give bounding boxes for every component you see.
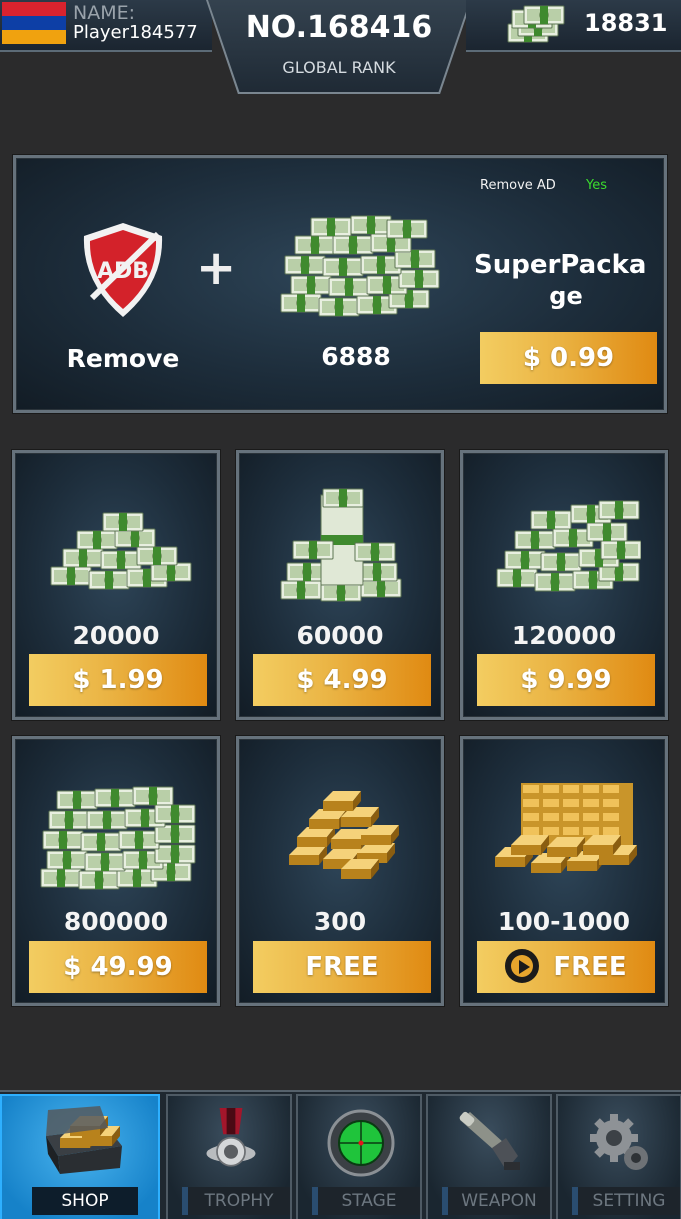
ad-block-icon: ADB xyxy=(83,223,163,317)
nav-label-setting: SETTING xyxy=(572,1187,680,1215)
flag-stripe-red xyxy=(2,2,66,16)
nav-label-weapon: WEAPON xyxy=(442,1187,550,1215)
offer-card-gold-video: 100-1000 FREE xyxy=(460,736,668,1006)
country-flag-icon xyxy=(2,2,66,44)
watch-video-free-button[interactable]: FREE xyxy=(477,941,655,993)
buy-button-1-99[interactable]: $ 1.99 xyxy=(29,654,207,706)
offer-amount: 100-1000 xyxy=(497,907,631,936)
remove-ad-status: Yes xyxy=(586,178,607,193)
super-package-buy-button[interactable]: $ 0.99 xyxy=(480,332,657,384)
name-label: NAME: xyxy=(73,2,136,24)
buy-button-49-99[interactable]: $ 49.99 xyxy=(29,941,207,993)
package-title-line1: SuperPacka xyxy=(474,250,647,280)
free-label: FREE xyxy=(553,952,627,982)
treasure-chest-icon xyxy=(46,1106,122,1174)
play-icon xyxy=(505,948,540,983)
package-cash-amount: 6888 xyxy=(321,342,391,371)
super-package-panel: Remove AD Yes ADB Remove + 6888 SuperPac… xyxy=(13,155,667,413)
flag-stripe-blue xyxy=(2,16,66,30)
offer-amount: 60000 xyxy=(296,621,384,650)
ad-icon-text: ADB xyxy=(97,259,149,284)
nav-shop[interactable]: SHOP xyxy=(0,1094,160,1219)
offer-card-20000: 20000 $ 1.99 xyxy=(12,450,220,720)
cash-stack-medium-icon xyxy=(280,488,402,602)
nav-label-stage: STAGE xyxy=(312,1187,420,1215)
offer-amount: 800000 xyxy=(63,907,169,936)
remove-ad-label: Remove AD xyxy=(480,178,556,193)
global-rank: NO.168416 GLOBAL RANK xyxy=(208,0,470,92)
cash-stack-large-icon xyxy=(496,500,641,592)
plus-sign: + xyxy=(196,240,237,296)
buy-button-9-99[interactable]: $ 9.99 xyxy=(477,654,655,706)
remove-label: Remove xyxy=(66,344,180,373)
offer-amount: 300 xyxy=(313,907,367,936)
flag-stripe-orange xyxy=(2,30,66,44)
cash-amount: 18831 xyxy=(584,9,668,37)
nav-setting[interactable]: SETTING xyxy=(556,1094,681,1219)
medal-icon xyxy=(206,1108,256,1167)
bottom-nav: SHOP TROPHY STAGE WEAPON SETTING xyxy=(0,1090,681,1219)
nav-stage[interactable]: STAGE xyxy=(296,1094,422,1219)
gold-bars-large-icon xyxy=(495,783,637,873)
rank-label: GLOBAL RANK xyxy=(282,58,396,77)
cash-display: 18831 xyxy=(466,0,681,52)
cash-pile-icon xyxy=(280,215,440,317)
package-title-line2: ge xyxy=(549,282,583,310)
buy-button-4-99[interactable]: $ 4.99 xyxy=(253,654,431,706)
nav-trophy[interactable]: TROPHY xyxy=(166,1094,292,1219)
free-gold-button[interactable]: FREE xyxy=(253,941,431,993)
gold-bars-small-icon xyxy=(289,791,399,879)
offer-card-60000: 60000 $ 4.99 xyxy=(236,450,444,720)
cash-pile-huge-icon xyxy=(40,786,196,890)
offer-amount: 120000 xyxy=(511,621,617,650)
gear-icon xyxy=(590,1114,648,1170)
scope-icon xyxy=(327,1109,395,1177)
cash-stack-small-icon xyxy=(50,512,192,590)
nav-label-shop: SHOP xyxy=(32,1187,138,1215)
offer-card-120000: 120000 $ 9.99 xyxy=(460,450,668,720)
nav-weapon[interactable]: WEAPON xyxy=(426,1094,552,1219)
nav-label-trophy: TROPHY xyxy=(182,1187,290,1215)
weapon-icon xyxy=(459,1111,520,1170)
top-bar: NAME: Player184577 NO.168416 GLOBAL RANK… xyxy=(0,0,681,94)
cash-icon xyxy=(507,5,565,43)
rank-number: NO.168416 xyxy=(245,10,433,45)
offer-amount: 20000 xyxy=(72,621,160,650)
offer-card-800000: 800000 $ 49.99 xyxy=(12,736,220,1006)
player-info: NAME: Player184577 xyxy=(0,0,212,52)
player-name: Player184577 xyxy=(73,22,198,43)
offer-card-gold-300: 300 FREE xyxy=(236,736,444,1006)
